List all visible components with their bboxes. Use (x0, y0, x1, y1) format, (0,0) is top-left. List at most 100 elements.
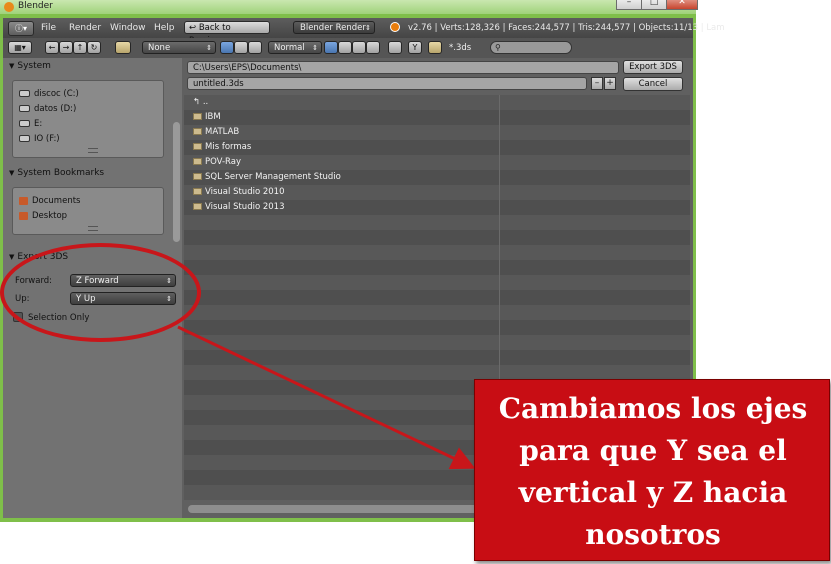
folder-icon (193, 173, 202, 180)
parent-directory-button[interactable]: ↑ (73, 41, 87, 54)
sort-mode-select[interactable]: Normal ⇕ (268, 41, 322, 54)
callout-text: Cambiamos los ejes para que Y sea el ver… (485, 388, 821, 556)
updown-arrow-icon: ⇕ (365, 24, 371, 32)
disk-icon (19, 135, 30, 142)
file-filter-extension: *.3ds (449, 43, 472, 53)
render-engine-select[interactable]: Blender Render ⇕ (293, 21, 375, 34)
folder-filter-button[interactable] (428, 41, 442, 54)
back-to-previous-button[interactable]: ↩ Back to Previous (184, 21, 270, 46)
menu-render[interactable]: Render (69, 23, 101, 33)
drive-label: IO (F:) (34, 134, 60, 144)
file-list-row-bg (184, 125, 690, 140)
increment-filename-button[interactable]: + (604, 77, 616, 90)
documents-folder-icon (19, 196, 28, 205)
folder-entry[interactable]: IBM (193, 112, 221, 122)
bookmarks-panel-header[interactable]: ▼ System Bookmarks (9, 168, 104, 178)
disk-icon (19, 90, 30, 97)
hide-dot-files-button[interactable] (388, 41, 402, 54)
entry-label: SQL Server Management Studio (205, 172, 341, 182)
entry-label: POV-Ray (205, 157, 242, 167)
file-list-row-bg (184, 275, 690, 290)
file-browser-header: ▦▾ ← → ↑ ↻ None ⇕ Normal ⇕ Y *.3ds ⚲ (3, 38, 693, 58)
forward-arrow-button[interactable]: → (59, 41, 73, 54)
decrement-filename-button[interactable]: – (591, 77, 603, 90)
directory-path-field[interactable]: C:\Users\EPS\Documents\ (187, 61, 619, 74)
drive-label: datos (D:) (34, 104, 77, 114)
menu-file[interactable]: File (41, 23, 56, 33)
back-arrow-icon: ↩ (189, 23, 199, 33)
system-panel-title: System (17, 61, 51, 71)
folder-entry[interactable]: SQL Server Management Studio (193, 172, 341, 182)
file-list-row-bg (184, 215, 690, 230)
drive-label: E: (34, 119, 43, 129)
file-list-row-bg (184, 155, 690, 170)
file-list-row-bg (184, 230, 690, 245)
folder-icon (193, 143, 202, 150)
folder-entry[interactable]: Visual Studio 2010 (193, 187, 284, 197)
bookmark-item[interactable]: Desktop (19, 211, 67, 221)
thumbnail-view-button[interactable] (248, 41, 262, 54)
collapse-triangle-icon: ▼ (9, 62, 15, 70)
filename-field[interactable]: untitled.3ds (187, 77, 587, 90)
short-list-view-button[interactable] (220, 41, 234, 54)
file-list-row-bg (184, 335, 690, 350)
disk-icon (19, 105, 30, 112)
updown-arrow-icon: ⇕ (312, 44, 318, 52)
cancel-button[interactable]: Cancel (623, 77, 683, 91)
disk-icon (19, 120, 30, 127)
back-arrow-button[interactable]: ← (45, 41, 59, 54)
bookmarks-panel-title: System Bookmarks (17, 168, 105, 178)
drive-item[interactable]: IO (F:) (19, 134, 60, 144)
resize-grip-icon[interactable] (88, 148, 98, 153)
bookmark-item[interactable]: Documents (19, 196, 80, 206)
bookmark-label: Documents (32, 196, 81, 206)
minimize-button[interactable]: – (616, 0, 642, 10)
collapse-triangle-icon: ▼ (9, 169, 15, 177)
display-mode-select[interactable]: None ⇕ (142, 41, 216, 54)
desktop-folder-icon (19, 211, 28, 220)
sidebar-scrollbar[interactable] (173, 122, 180, 242)
callout-box: Cambiamos los ejes para que Y sea el ver… (474, 379, 830, 561)
long-list-view-button[interactable] (234, 41, 248, 54)
folder-entry[interactable]: Mis formas (193, 142, 251, 152)
system-drives-list: discoc (C:) datos (D:) E: IO (F:) (12, 80, 164, 158)
refresh-button[interactable]: ↻ (87, 41, 101, 54)
search-input[interactable]: ⚲ (490, 41, 572, 54)
sort-size-button[interactable] (366, 41, 380, 54)
folder-entry[interactable]: MATLAB (193, 127, 239, 137)
sort-time-button[interactable] (352, 41, 366, 54)
horizontal-scrollbar[interactable] (188, 505, 488, 513)
export-3ds-button[interactable]: Export 3DS (623, 60, 683, 74)
callout-line: nosotros (585, 518, 721, 551)
drive-item[interactable]: discoc (C:) (19, 89, 79, 99)
parent-arrow-icon: ↰ (193, 97, 203, 107)
sort-extension-button[interactable] (338, 41, 352, 54)
display-mode-value: None (148, 43, 171, 53)
file-list-row-bg (184, 290, 690, 305)
filter-icon-button[interactable]: Y (408, 41, 422, 54)
parent-directory-entry[interactable]: ↰ .. (193, 97, 208, 107)
folder-entry[interactable]: POV-Ray (193, 157, 241, 167)
menu-help[interactable]: Help (154, 23, 175, 33)
drive-item[interactable]: datos (D:) (19, 104, 76, 114)
window-title: Blender (18, 1, 53, 11)
resize-grip-icon[interactable] (88, 226, 98, 231)
file-list-row-bg (184, 140, 690, 155)
maximize-button[interactable]: □ (641, 0, 667, 10)
menu-window[interactable]: Window (110, 23, 146, 33)
search-icon: ⚲ (495, 43, 501, 52)
file-list-row-bg (184, 245, 690, 260)
folder-entry[interactable]: Visual Studio 2013 (193, 202, 284, 212)
callout-line: vertical y Z hacia (518, 476, 788, 509)
collapse-triangle-icon: ▼ (9, 253, 15, 261)
new-folder-button[interactable] (115, 41, 131, 54)
title-bar: Blender – □ ✕ (0, 0, 698, 14)
editor-type-button[interactable]: ▦▾ (8, 41, 32, 54)
info-editor-type-button[interactable]: ⓘ▾ (8, 21, 34, 36)
drive-item[interactable]: E: (19, 119, 42, 129)
file-list-row-bg (184, 110, 690, 125)
entry-label: IBM (205, 112, 221, 122)
system-panel-header[interactable]: ▼ System (9, 61, 51, 71)
sort-alpha-button[interactable] (324, 41, 338, 54)
close-button[interactable]: ✕ (666, 0, 698, 10)
